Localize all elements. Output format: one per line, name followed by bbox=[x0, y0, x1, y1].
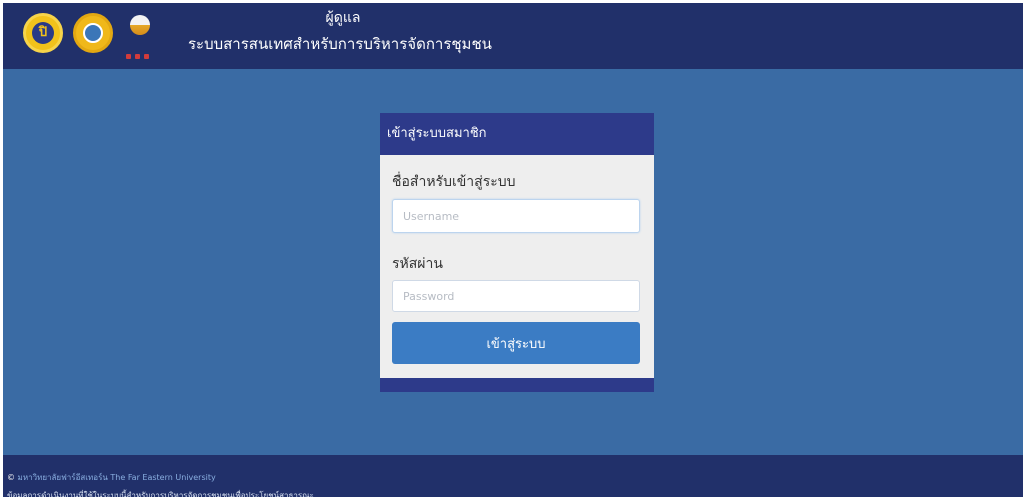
password-label: รหัสผ่าน bbox=[392, 256, 443, 272]
footer-university-en[interactable]: The Far Eastern University bbox=[110, 473, 215, 482]
header-title: ระบบสารสนเทศสำหรับการบริหารจัดการชุมชน bbox=[188, 35, 492, 53]
footer-note: ข้อมูลการดำเนินงานที่ใช้ในระบบนี้สำหรับก… bbox=[7, 491, 314, 497]
footer-university-th[interactable]: มหาวิทยาลัยฟาร์อีสเทอร์น bbox=[18, 473, 108, 482]
university-seal-icon: ปิ bbox=[23, 13, 63, 53]
username-input[interactable] bbox=[392, 199, 640, 233]
login-panel-footer bbox=[380, 378, 654, 392]
login-panel: เข้าสู่ระบบสมาชิก ชื่อสำหรับเข้าสู่ระบบ … bbox=[380, 113, 654, 392]
footer-copyright: © มหาวิทยาลัยฟาร์อีสเทอร์น The Far Easte… bbox=[7, 471, 216, 484]
copyright-symbol: © bbox=[7, 473, 15, 482]
header-role: ผู้ดูแล bbox=[325, 10, 361, 26]
login-button[interactable]: เข้าสู่ระบบ bbox=[392, 322, 640, 364]
password-input[interactable] bbox=[392, 280, 640, 312]
emblem-icon bbox=[73, 13, 113, 53]
login-panel-title: เข้าสู่ระบบสมาชิก bbox=[380, 113, 654, 155]
footer-bar: © มหาวิทยาลัยฟาร์อีสเทอร์น The Far Easte… bbox=[3, 455, 1023, 497]
page-frame: ปิ ผู้ดูแล ระบบสารสนเทศสำหรับการบริหารจั… bbox=[3, 3, 1023, 497]
header-bar: ปิ ผู้ดูแล ระบบสารสนเทศสำหรับการบริหารจั… bbox=[3, 3, 1023, 69]
community-logo-icon bbox=[121, 13, 161, 59]
username-label: ชื่อสำหรับเข้าสู่ระบบ bbox=[392, 174, 516, 190]
